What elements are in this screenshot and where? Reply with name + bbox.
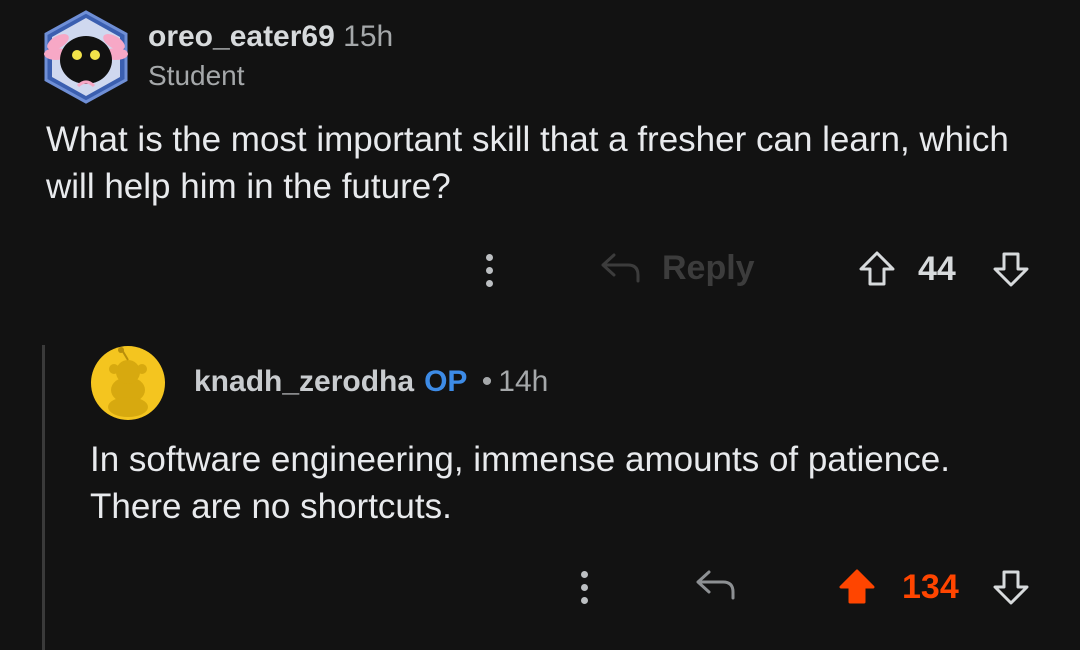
vote-count: 134: [902, 567, 959, 606]
meta-separator: •: [481, 365, 493, 398]
comment-body: What is the most important skill that a …: [46, 120, 1009, 206]
timestamp: 15h: [343, 20, 394, 53]
downvote-icon: [993, 570, 1029, 605]
upvote-button[interactable]: [854, 246, 900, 292]
comment-body: In software engineering, immense amounts…: [90, 440, 950, 526]
username[interactable]: oreo_eater69: [148, 20, 335, 53]
comment-knadh-zerodha: knadh_zerodha OP • 14h In software enginee…: [0, 330, 1080, 650]
downvote-button[interactable]: [988, 564, 1034, 610]
upvote-icon: [839, 569, 875, 604]
reply-label: Reply: [662, 248, 755, 287]
downvote-button[interactable]: [988, 246, 1034, 292]
op-badge: OP: [424, 365, 468, 398]
comment-oreo-eater69: oreo_eater69 15h Student What is the mos…: [0, 0, 1080, 330]
timestamp: 14h: [498, 365, 549, 398]
downvote-icon: [993, 252, 1029, 287]
comment-meta: oreo_eater69 15h: [148, 20, 393, 54]
snoo-avatar-icon[interactable]: [90, 345, 166, 421]
axolotl-avatar-icon[interactable]: [40, 8, 132, 104]
reply-button[interactable]: Reply: [598, 246, 755, 290]
upvote-icon: [859, 251, 895, 286]
vote-count: 44: [918, 249, 956, 288]
upvote-button[interactable]: [834, 564, 880, 610]
reply-icon: [601, 253, 640, 283]
more-options-icon[interactable]: [574, 567, 594, 607]
reply-icon: [696, 570, 735, 600]
more-options-icon[interactable]: [479, 250, 499, 290]
user-flair: Student: [148, 60, 245, 91]
comment-meta: knadh_zerodha OP • 14h: [194, 365, 548, 399]
reply-button[interactable]: [693, 563, 739, 607]
username[interactable]: knadh_zerodha: [194, 365, 414, 398]
